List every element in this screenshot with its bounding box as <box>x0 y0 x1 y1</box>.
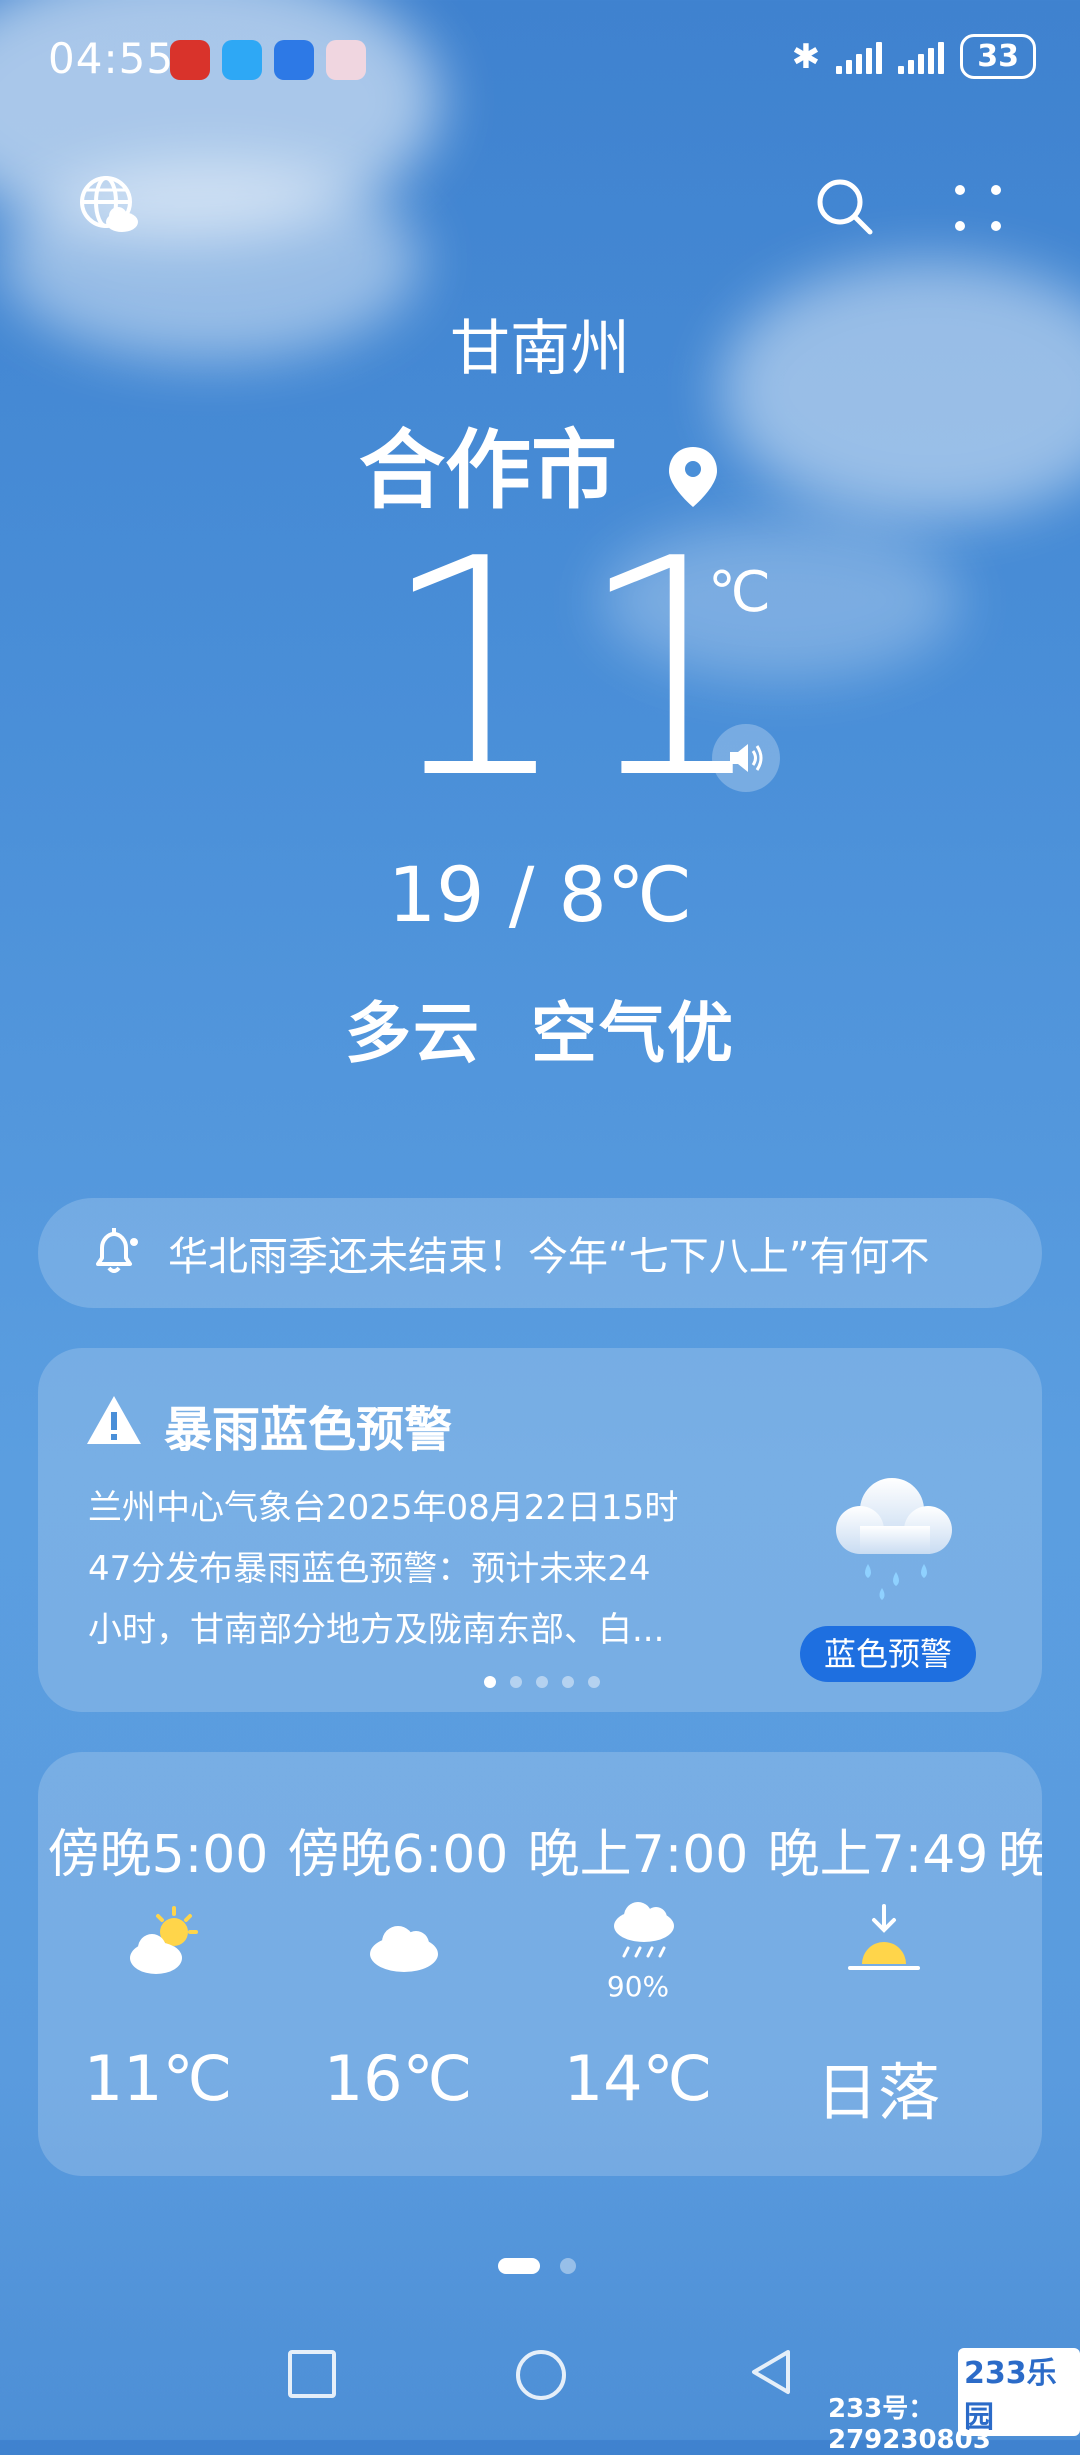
rain-cloud-icon <box>836 1478 952 1600</box>
cloud-icon <box>370 1926 438 1972</box>
precipitation-probability: 90% <box>606 1970 670 2003</box>
news-banner[interactable]: 华北雨季还未结束！今年“七下八上”有何不 <box>38 1198 1042 1308</box>
warning-level-badge[interactable]: 蓝色预警 <box>800 1626 976 1682</box>
status-indicators: ✱ 33 <box>792 34 1036 79</box>
speaker-icon <box>730 744 763 772</box>
partly-cloudy-sun-icon <box>130 1906 198 1974</box>
news-headline: 华北雨季还未结束！今年“七下八上”有何不 <box>168 1234 930 1280</box>
hour-time: 傍晚6:00 <box>287 1825 509 1885</box>
hour-temperature: 16℃ <box>323 2042 473 2115</box>
weather-warning-card[interactable]: 暴雨蓝色预警 兰州中心气象台2025年08月22日15时 47分发布暴雨蓝色预警… <box>38 1348 1042 1712</box>
signal-icon <box>836 40 883 74</box>
weather-app-icon <box>274 40 314 80</box>
warning-line: 兰州中心气象台2025年08月22日15时 <box>88 1488 679 1528</box>
bluetooth-icon: ✱ <box>791 36 821 77</box>
watermark-text: 233号：279230803 <box>828 2394 991 2455</box>
warning-line: 小时，甘南部分地方及陇南东部、白... <box>88 1610 665 1650</box>
recent-apps-button[interactable] <box>288 2350 336 2398</box>
back-button[interactable] <box>746 2346 796 2398</box>
warning-description: 兰州中心气象台2025年08月22日15时 47分发布暴雨蓝色预警：预计未来24… <box>88 1478 768 1661</box>
search-icon[interactable] <box>812 174 876 238</box>
hourly-forecast[interactable]: 傍晚5:00 11℃ 傍晚6:00 16℃ 晚上7:00 90% 14℃ 晚上7… <box>38 1752 1042 2176</box>
hour-temperature: 11℃ <box>83 2042 233 2115</box>
temperature-range: 19 / 8℃ <box>387 850 693 939</box>
warning-page-indicator <box>484 1676 600 1688</box>
warning-title: 暴雨蓝色预警 <box>164 1402 453 1458</box>
status-time: 04:55 <box>48 34 175 83</box>
voice-broadcast-button[interactable] <box>712 724 780 792</box>
hour-temperature: 日落 <box>815 2056 940 2129</box>
bell-icon <box>96 1228 138 1273</box>
battery-indicator: 33 <box>960 34 1036 79</box>
warning-line: 47分发布暴雨蓝色预警：预计未来24 <box>88 1549 651 1589</box>
region-name: 甘南州 <box>450 314 630 384</box>
rain-cloud-icon <box>614 1902 674 1958</box>
sunset-icon <box>848 1904 920 1970</box>
weather-condition: 多云 空气优 <box>345 995 735 1072</box>
warning-triangle-icon <box>87 1396 141 1444</box>
message-app-icon <box>222 40 262 80</box>
app-icon <box>326 40 366 80</box>
hour-time: 傍晚5:00 <box>47 1825 269 1885</box>
home-button[interactable] <box>516 2350 566 2400</box>
dots-grid-icon[interactable] <box>948 178 1008 238</box>
hour-time: 晚上7:49 <box>767 1825 989 1885</box>
hour-time: 晚 <box>998 1825 1042 1885</box>
hour-time: 晚上7:00 <box>527 1825 749 1885</box>
page-indicator <box>498 2258 576 2274</box>
temperature-unit: ℃ <box>708 560 771 625</box>
app-notification-icon <box>170 40 210 80</box>
signal-icon <box>898 40 945 74</box>
globe-cloud-icon[interactable] <box>78 174 142 238</box>
hour-temperature: 14℃ <box>563 2042 713 2115</box>
